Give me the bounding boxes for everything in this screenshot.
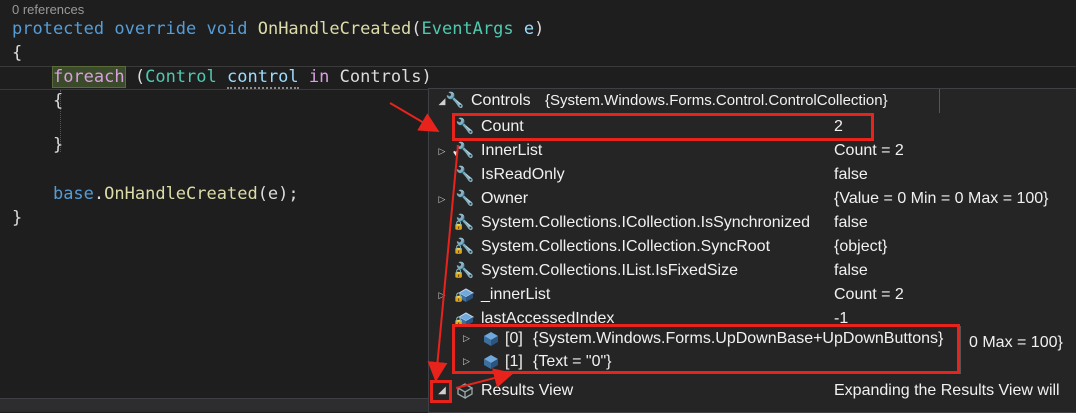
arrow-expander-to-children <box>455 368 514 389</box>
arrow-count-to-expander <box>427 144 459 382</box>
annotation-arrows <box>389 102 514 389</box>
arrow-to-count <box>389 102 440 133</box>
